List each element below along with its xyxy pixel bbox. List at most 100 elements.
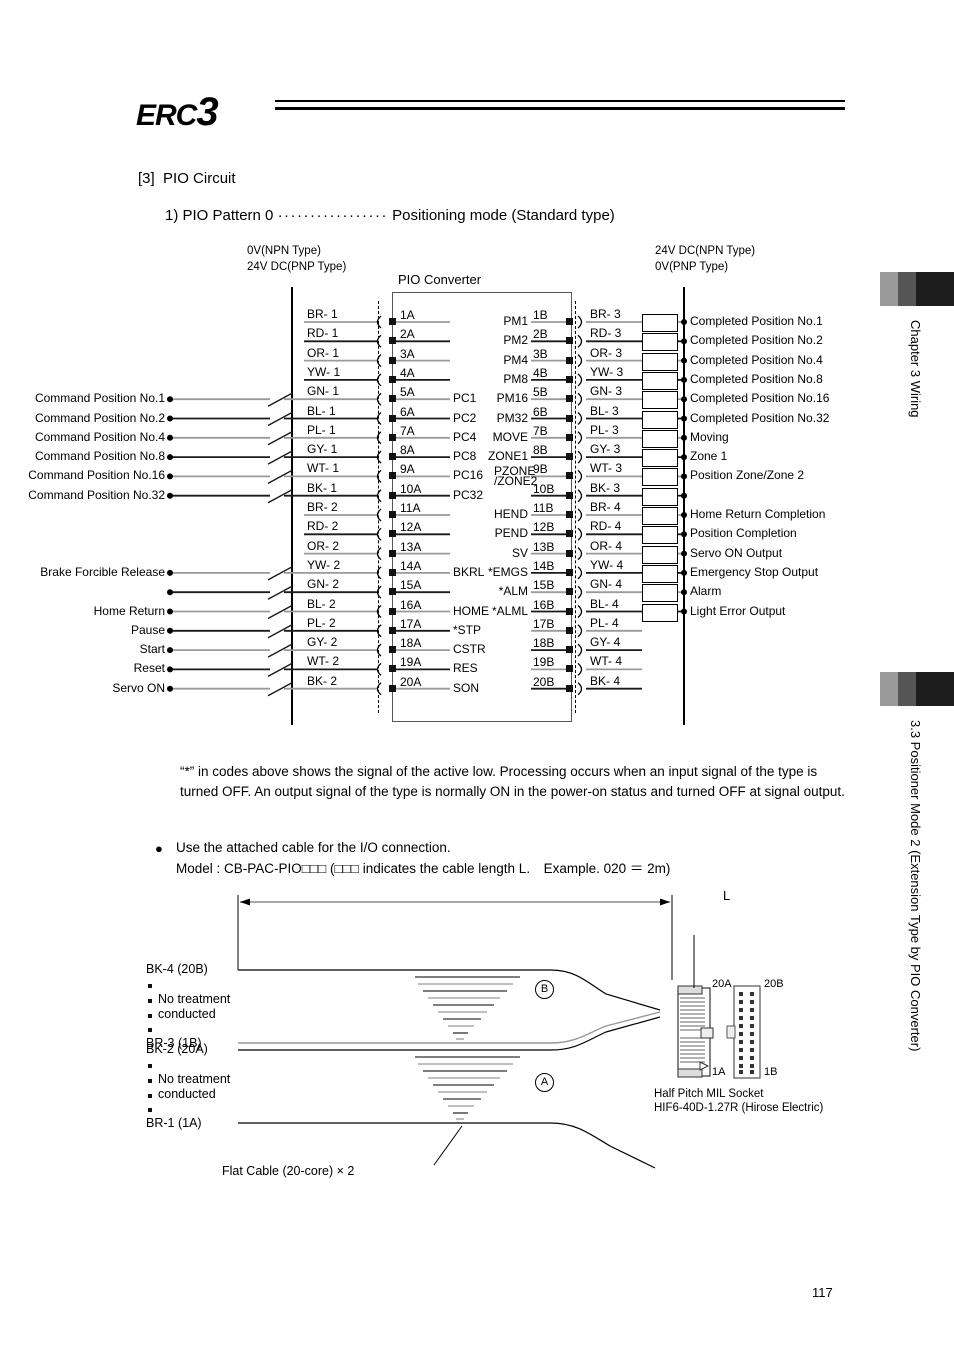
page-root: ERC3 [3] PIO Circuit 1) PIO Pattern 0 ··… <box>0 0 954 1350</box>
output-io-label: Home Return Completion <box>690 507 826 521</box>
input-pin-number: 7A <box>400 423 415 438</box>
input-pin-number: 2A <box>400 327 415 342</box>
output-node-dot <box>681 569 687 576</box>
output-node-dot <box>681 396 687 403</box>
output-node-dot <box>681 550 687 557</box>
output-wire-label: BL- 3 <box>590 403 619 418</box>
output-wire-label: BL- 4 <box>590 596 619 611</box>
connector-contact <box>577 585 583 599</box>
output-terminal <box>566 414 573 422</box>
logo-text-3: 3 <box>196 90 218 134</box>
connector-contact <box>577 624 583 638</box>
connector-contact <box>577 431 583 445</box>
input-terminal <box>389 588 396 596</box>
io-node-dot <box>167 396 173 403</box>
output-wire-label: YW- 4 <box>590 557 624 572</box>
output-io-label: Completed Position No.32 <box>690 410 830 425</box>
output-terminal <box>566 549 573 557</box>
input-wire-label: OR- 2 <box>307 538 340 553</box>
connector-contact <box>577 392 583 406</box>
connector-contact <box>577 605 583 618</box>
input-pin-number: 18A <box>400 636 422 651</box>
page-number: 117 <box>812 1285 833 1300</box>
output-signal-name: HEND <box>493 507 528 521</box>
tab-bar-dark <box>916 272 954 306</box>
upper-dot-2 <box>148 999 152 1003</box>
output-load-box <box>642 371 678 390</box>
connector-contact <box>376 643 382 657</box>
output-node-dot <box>681 357 687 364</box>
lower-dot-4 <box>148 1108 152 1112</box>
connector-contact <box>577 489 583 503</box>
connector-contact <box>577 643 583 657</box>
input-terminal <box>389 511 396 518</box>
connector-contact <box>577 412 583 425</box>
io-node-dot <box>167 569 173 576</box>
input-terminal <box>389 665 396 673</box>
input-io-label: Command Position No.2 <box>34 410 165 425</box>
output-node-dot <box>681 608 687 615</box>
output-pin-number: 1B <box>533 308 548 322</box>
output-io-label: Servo ON Output <box>690 545 783 560</box>
connector-contact <box>577 373 583 387</box>
io-node-dot <box>167 666 173 673</box>
output-signal-name: PM2 <box>503 333 528 348</box>
connector-contact <box>376 508 382 522</box>
input-pin-number: 5A <box>400 385 415 400</box>
upper-conducted-label: conducted <box>158 1007 216 1021</box>
connector-pin-1a: 1A <box>712 1066 726 1078</box>
input-signal-name: PC32 <box>453 487 484 502</box>
connector-contact <box>577 566 583 580</box>
connector-contact <box>376 334 382 348</box>
output-node-dot <box>681 338 687 345</box>
input-wire-label: GN- 1 <box>307 384 340 399</box>
erc3-logo: ERC3 <box>136 90 219 134</box>
input-pin-number: 8A <box>400 443 415 458</box>
cable-note-line-1: Use the attached cable for the I/O conne… <box>176 840 451 855</box>
output-pin-number: 7B <box>533 423 548 438</box>
connector-contact <box>376 682 382 696</box>
lower-no-treatment-label: No treatment <box>158 1072 231 1086</box>
output-pin-number: 20B <box>533 674 555 689</box>
connector-contact <box>376 662 382 676</box>
output-wire-label: GN- 3 <box>590 384 623 399</box>
output-signal-name: SV <box>511 545 528 560</box>
input-wire-label: BR- 1 <box>307 307 338 321</box>
output-io-label: Light Error Output <box>690 603 786 618</box>
cable-length-label: L <box>723 888 731 903</box>
output-load-box <box>642 429 678 448</box>
output-wire-label: GN- 4 <box>590 577 623 592</box>
pio-circuit-diagram: 0V(NPN Type) 24V DC(PNP Type) 24V DC(NPN… <box>0 235 880 745</box>
output-signal-name: PEND <box>494 526 528 541</box>
output-signal-name: PM1 <box>503 314 528 328</box>
subsection-suffix: Positioning mode (Standard type) <box>392 207 615 224</box>
input-terminal <box>389 472 396 480</box>
connector-contact <box>577 682 583 696</box>
output-pin-number: 18B <box>533 636 555 651</box>
connector-contact <box>577 450 583 464</box>
input-terminal <box>389 414 396 422</box>
connector-contact <box>376 392 382 406</box>
output-pin-number: 4B <box>533 365 548 380</box>
output-load-box <box>642 487 678 506</box>
output-pin-number: 19B <box>533 655 555 670</box>
output-io-label: Completed Position No.1 <box>690 314 823 328</box>
socket-name-line-1: Half Pitch MIL Socket <box>654 1088 764 1100</box>
io-node-dot <box>167 608 173 615</box>
subsection-heading: 1) PIO Pattern 0 ················· Posit… <box>165 207 615 224</box>
output-load-box <box>642 603 678 622</box>
flat-cable-caption: Flat Cable (20-core) × 2 <box>222 1164 355 1178</box>
output-terminal <box>566 665 573 673</box>
output-node-dot <box>681 512 687 518</box>
input-pin-number: 6A <box>400 404 415 419</box>
upper-no-treatment-label: No treatment <box>158 992 231 1006</box>
input-pin-number: 16A <box>400 597 422 612</box>
output-wire-label: BR- 3 <box>590 307 621 321</box>
output-terminal <box>566 530 573 538</box>
output-pin-number: 13B <box>533 539 555 554</box>
group-a-marker: A <box>535 1073 554 1092</box>
output-wire-label: RD- 3 <box>590 326 622 341</box>
section-tab-bars <box>880 672 954 706</box>
output-pin-number: 15B <box>533 578 555 593</box>
input-io-label: Command Position No.1 <box>34 391 165 406</box>
